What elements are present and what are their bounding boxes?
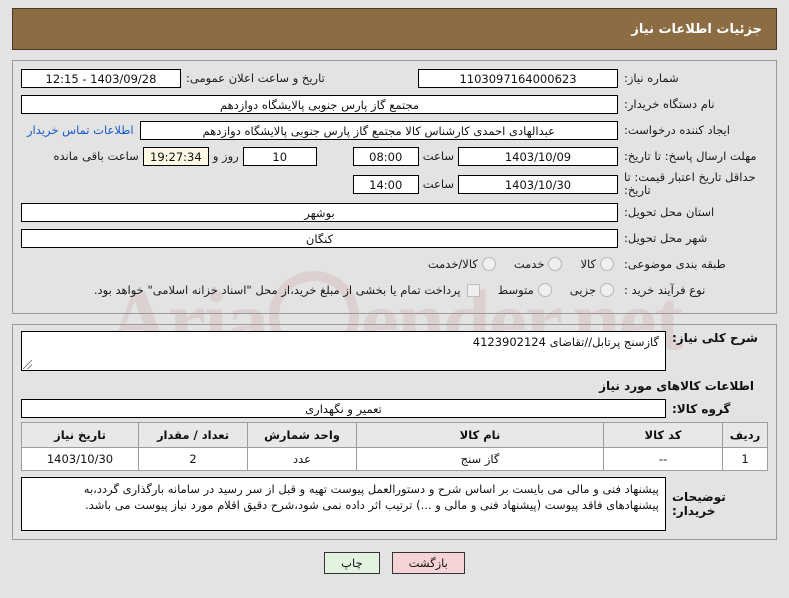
radio-process-motevaset[interactable]	[537, 283, 552, 297]
radio-label-process-1: متوسط	[497, 283, 534, 297]
field-goods-group: تعمیر و نگهداری	[21, 399, 666, 418]
label-hour-deadline: ساعت	[422, 149, 454, 163]
field-price-validity-date: 1403/10/30	[458, 174, 618, 194]
label-buyer-notes: توضیحات خریدار:	[672, 490, 726, 518]
label-remaining-hours: ساعت باقی مانده	[53, 149, 139, 163]
cell-tarikh-niaz: 1403/10/30	[21, 447, 139, 471]
radio-subject-kala[interactable]	[600, 257, 614, 271]
row-requester: ایجاد کننده درخواست: عبدالهادی احمدی کار…	[21, 119, 768, 141]
col-tarikh-niaz: تاریخ نیاز	[21, 422, 139, 448]
label-response-deadline: مهلت ارسال پاسخ: تا تاریخ:	[624, 148, 757, 163]
field-delivery-province: بوشهر	[21, 202, 618, 222]
label-delivery-province: استان محل تحویل:	[624, 204, 715, 219]
goods-table: ردیف کد کالا نام کالا واحد شمارش تعداد /…	[21, 422, 768, 471]
cell-kod-kala: --	[603, 447, 723, 471]
row-description: شرح کلی نیاز: گازسنج پرتابل//تقاضای 4123…	[21, 331, 768, 371]
description-value: گازسنج پرتابل//تقاضای 4123902124	[472, 335, 659, 349]
cell-radif: 1	[722, 447, 768, 471]
field-public-announce-datetime: 1403/09/28 - 12:15	[21, 68, 181, 88]
radio-label-subject-0: کالا	[580, 257, 596, 271]
buyer-contact-link[interactable]: اطلاعات تماس خریدار	[21, 123, 140, 137]
col-vahed: واحد شمارش	[247, 422, 357, 448]
subject-category-options: کالا خدمت کالا/خدمت	[21, 257, 618, 271]
row-subject-category: طبقه بندی موضوعی: کالا خدمت کالا/خدمت	[21, 253, 768, 275]
goods-section-heading: اطلاعات کالاهای مورد نیاز	[599, 379, 754, 393]
label-delivery-city: شهر محل تحویل:	[624, 230, 708, 245]
field-remaining-clock: 19:27:34	[142, 146, 209, 166]
row-buyer-notes: توضیحات خریدار: پیشنهاد فنی و مالی می با…	[21, 477, 768, 531]
checkbox-label-treasury-bonds: پرداخت تمام یا بخشی از مبلغ خرید،از محل …	[93, 283, 461, 297]
field-buyer-org: مجتمع گاز پارس جنوبی پالایشگاه دوازدهم	[21, 94, 618, 114]
col-radif: ردیف	[722, 422, 768, 448]
label-buyer-org: نام دستگاه خریدار:	[624, 96, 715, 111]
field-price-validity-time: 14:00	[352, 174, 419, 194]
need-info-panel: شماره نیاز: 1103097164000623 تاریخ و ساع…	[12, 60, 777, 314]
radio-subject-khedmat[interactable]	[548, 257, 563, 271]
row-need-number: شماره نیاز: 1103097164000623 تاریخ و ساع…	[21, 67, 768, 89]
field-delivery-city: کنگان	[21, 228, 618, 248]
buyer-notes-value: پیشنهاد فنی و مالی می بایست بر اساس شرح …	[83, 482, 659, 512]
field-buyer-notes: پیشنهاد فنی و مالی می بایست بر اساس شرح …	[21, 477, 666, 531]
row-goods-group: گروه کالا: تعمیر و نگهداری	[21, 399, 768, 418]
row-buyer-org: نام دستگاه خریدار: مجتمع گاز پارس جنوبی …	[21, 93, 768, 115]
resize-handle-icon[interactable]	[23, 360, 32, 369]
cell-tedad: 2	[138, 447, 248, 471]
field-response-deadline-date: 1403/10/09	[458, 146, 618, 166]
row-purchase-process: نوع فرآیند خرید : جزیی متوسط پرداخت تمام…	[21, 279, 768, 301]
label-subject-category: طبقه بندی موضوعی:	[624, 256, 726, 271]
label-requester: ایجاد کننده درخواست:	[624, 122, 730, 137]
label-goods-group: گروه کالا:	[672, 401, 731, 416]
label-public-announce-datetime: تاریخ و ساعت اعلان عمومی:	[186, 71, 325, 85]
radio-label-subject-1: خدمت	[513, 257, 545, 271]
label-day-and: روز و	[212, 149, 239, 163]
field-remaining-days: 10	[242, 146, 317, 166]
row-delivery-city: شهر محل تحویل: کنگان	[21, 227, 768, 249]
field-need-number: 1103097164000623	[418, 68, 618, 88]
row-price-validity: حداقل تاریخ اعتبار قیمت: تا تاریخ: 1403/…	[21, 171, 768, 197]
radio-subject-kala-khedmat[interactable]	[481, 257, 496, 271]
cell-nam-kala: گاز سنج	[356, 447, 604, 471]
purchase-process-options: جزیی متوسط پرداخت تمام یا بخشی از مبلغ خ…	[21, 283, 618, 297]
field-response-deadline-time: 08:00	[352, 146, 419, 166]
description-panel: شرح کلی نیاز: گازسنج پرتابل//تقاضای 4123…	[12, 324, 777, 540]
label-description: شرح کلی نیاز:	[672, 331, 758, 345]
print-button[interactable]: چاپ	[324, 552, 380, 574]
radio-label-subject-2: کالا/خدمت	[427, 257, 478, 271]
label-need-number: شماره نیاز:	[624, 70, 679, 85]
back-button[interactable]: بازگشت	[391, 552, 465, 574]
row-response-deadline: مهلت ارسال پاسخ: تا تاریخ: 1403/10/09 سا…	[21, 145, 768, 167]
label-purchase-process: نوع فرآیند خرید :	[624, 282, 706, 297]
radio-process-jozi[interactable]	[600, 283, 614, 297]
radio-label-process-0: جزیی	[569, 283, 596, 297]
table-row: 1 -- گاز سنج عدد 2 1403/10/30	[21, 447, 768, 471]
table-header-row: ردیف کد کالا نام کالا واحد شمارش تعداد /…	[21, 422, 768, 448]
col-nam-kala: نام کالا	[356, 422, 604, 448]
label-price-validity: حداقل تاریخ اعتبار قیمت: تا تاریخ:	[624, 170, 756, 197]
footer-buttons: بازگشت چاپ	[12, 552, 777, 574]
page-title: جزئیات اطلاعات نیاز	[12, 8, 777, 50]
field-requester: عبدالهادی احمدی کارشناس کالا مجتمع گاز پ…	[139, 120, 618, 140]
col-tedad: تعداد / مقدار	[138, 422, 248, 448]
checkbox-treasury-bonds[interactable]	[466, 283, 480, 297]
field-description: گازسنج پرتابل//تقاضای 4123902124	[21, 331, 666, 371]
row-delivery-province: استان محل تحویل: بوشهر	[21, 201, 768, 223]
page-root: جزئیات اطلاعات نیاز شماره نیاز: 11030971…	[0, 0, 789, 574]
label-hour-validity: ساعت	[422, 177, 454, 191]
col-kod-kala: کد کالا	[603, 422, 723, 448]
cell-vahed: عدد	[247, 447, 357, 471]
